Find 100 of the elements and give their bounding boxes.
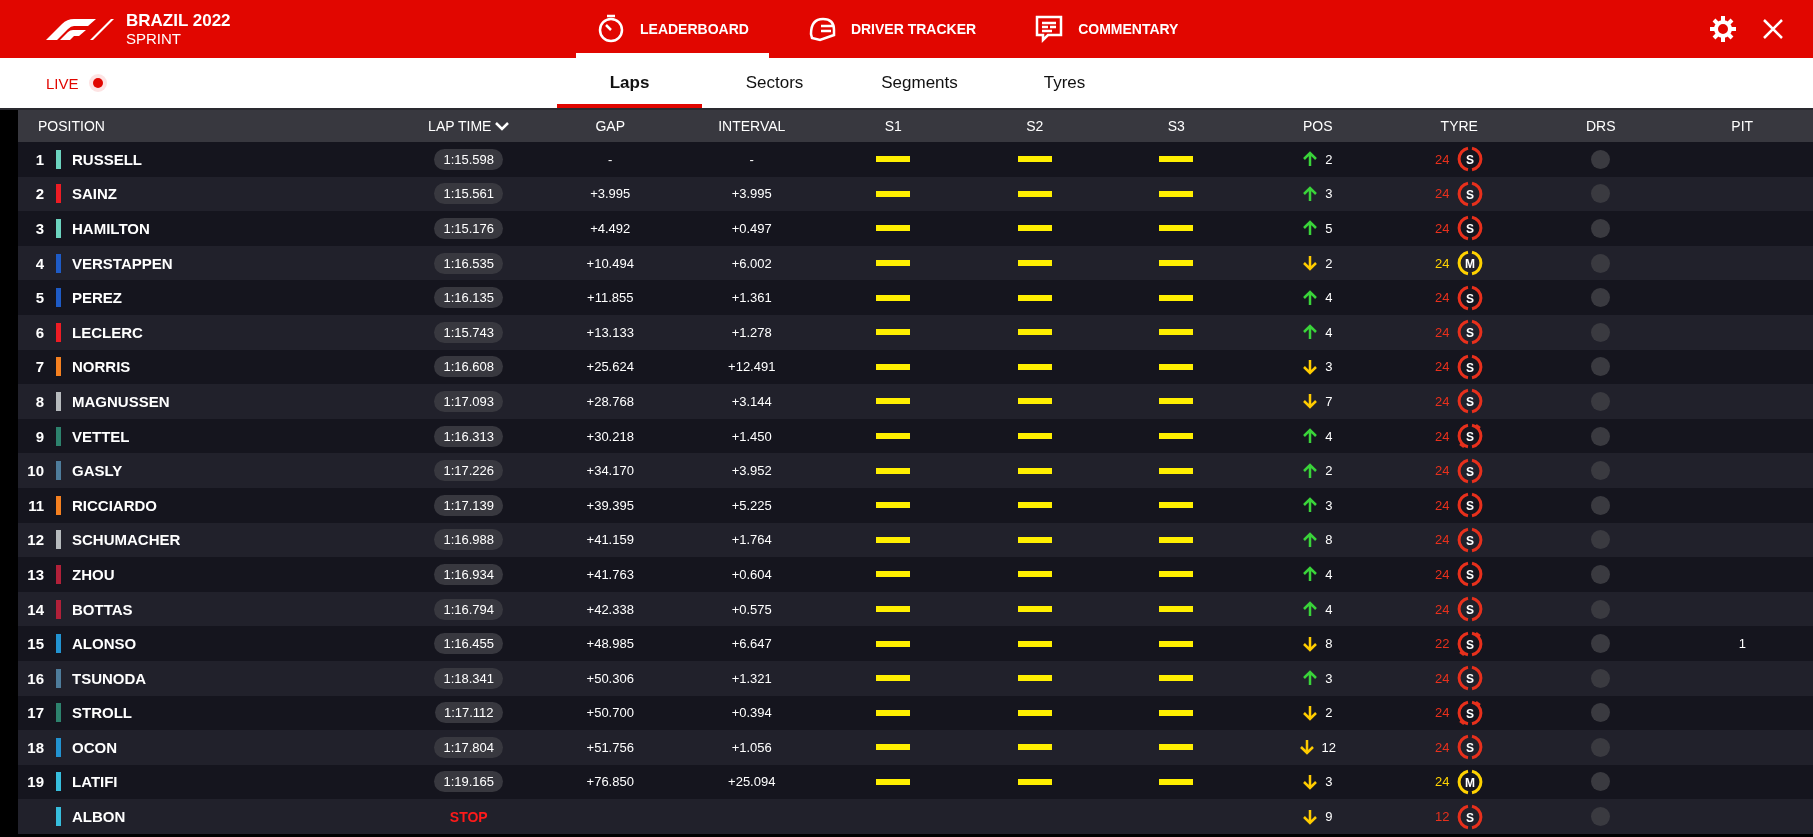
driver-name: STROLL (72, 704, 132, 722)
gap-value: +11.855 (587, 290, 634, 306)
position-number: 4 (34, 254, 45, 272)
tyre-laps: 24 (1435, 359, 1450, 375)
gap-value: +50.700 (586, 705, 634, 721)
interval-value: +0.497 (731, 221, 772, 236)
lap-time: 1:18.341 (434, 667, 504, 689)
column-header: S3 (1167, 118, 1185, 134)
live-label: LIVE (46, 74, 79, 92)
nav-tab[interactable]: COMMENTARY (1014, 0, 1199, 58)
gap-value: - (608, 151, 613, 167)
chat-icon (1034, 14, 1065, 44)
tyre-laps: 24 (1435, 428, 1450, 444)
position-change: 3 (1325, 186, 1333, 202)
position-number: 8 (34, 392, 45, 410)
view-tab[interactable]: Laps (557, 58, 702, 108)
tyre-laps: 22 (1435, 636, 1450, 652)
column-header: S2 (1026, 118, 1044, 134)
gap-value: +30.218 (586, 428, 634, 444)
settings-icon (1708, 14, 1738, 44)
event-title: BRAZIL 2022 (126, 10, 231, 31)
interval-value: +5.225 (731, 497, 772, 513)
position-change: 2 (1325, 255, 1333, 271)
lap-time: 1:19.165 (434, 771, 504, 793)
interval-value: +3.995 (731, 186, 772, 202)
position-change: 3 (1325, 497, 1333, 513)
interval-value: +3.144 (731, 393, 772, 409)
nav-tab[interactable]: LEADERBOARD (576, 0, 769, 58)
gap-value: +41.159 (586, 532, 634, 548)
lap-time: 1:16.608 (434, 356, 504, 378)
column-header[interactable]: LAP TIME (428, 118, 492, 134)
tyre-laps: 24 (1435, 186, 1450, 202)
position-change: 3 (1325, 359, 1333, 375)
lap-time: 1:15.561 (434, 183, 504, 205)
position-number: 19 (26, 773, 45, 791)
lap-time: 1:16.794 (434, 598, 504, 620)
gap-value: +3.995 (590, 186, 631, 202)
tyre-laps: 24 (1435, 739, 1450, 755)
position-number: 1 (34, 150, 45, 168)
tyre-laps: 24 (1435, 670, 1450, 686)
tyre-laps: 24 (1435, 601, 1450, 617)
logo-icon (46, 18, 114, 40)
driver-name: ALONSO (72, 635, 137, 653)
position-number: 17 (26, 704, 45, 722)
column-header: POSITION (38, 118, 105, 134)
position-number: 7 (34, 358, 45, 376)
interval-value: +6.002 (731, 255, 772, 271)
driver-name: ZHOU (72, 565, 115, 583)
view-tab[interactable]: Segments (847, 58, 992, 108)
gap-value: +51.756 (586, 739, 634, 755)
column-header: INTERVAL (718, 118, 786, 134)
gap-value: +42.338 (586, 601, 634, 617)
tyre-laps: 24 (1435, 324, 1450, 340)
driver-name: MAGNUSSEN (72, 392, 170, 410)
interval-value: +3.952 (731, 463, 772, 479)
position-number: 14 (26, 600, 45, 618)
interval-value: +1.361 (731, 290, 772, 306)
driver-name: HAMILTON (72, 220, 150, 237)
nav-tab[interactable]: DRIVER TRACKER (786, 0, 997, 58)
position-number: 10 (26, 462, 45, 480)
gap-value: +48.985 (586, 636, 634, 652)
driver-name: SCHUMACHER (72, 531, 181, 549)
interval-value: +0.575 (731, 601, 772, 617)
lap-time: 1:16.535 (434, 252, 504, 274)
tyre-laps: 24 (1435, 290, 1450, 306)
position-change: 8 (1325, 636, 1333, 652)
driver-name: LATIFI (72, 773, 118, 791)
position-number: 15 (26, 635, 45, 653)
gap-value: +39.395 (586, 497, 634, 513)
lap-time: 1:17.804 (434, 736, 504, 758)
column-header: S1 (884, 118, 902, 134)
interval-value: +1.764 (731, 532, 772, 548)
gap-value: +34.170 (586, 463, 634, 479)
position-change: 4 (1325, 601, 1333, 617)
lap-time: 1:17.093 (434, 390, 504, 412)
interval-value: +6.647 (731, 636, 772, 652)
tyre-laps: 24 (1435, 393, 1450, 409)
lap-time: STOP (449, 808, 488, 825)
position-change: 8 (1325, 532, 1333, 548)
position-number: 6 (34, 323, 45, 341)
driver-name: BOTTAS (72, 600, 133, 618)
interval-value: +0.394 (731, 705, 772, 721)
close-icon (1762, 18, 1784, 40)
position-change: 9 (1325, 809, 1333, 825)
position-number: 18 (26, 738, 45, 756)
view-tab[interactable]: Sectors (702, 58, 847, 108)
driver-name: OCON (72, 738, 117, 756)
position-number: 2 (34, 185, 45, 203)
position-change: 2 (1325, 151, 1333, 167)
position-change: 7 (1325, 393, 1333, 409)
tyre-laps: 24 (1435, 221, 1450, 236)
position-change: 4 (1325, 428, 1333, 444)
lap-time: 1:15.176 (434, 218, 504, 239)
tyre-laps: 24 (1435, 255, 1450, 271)
view-tab[interactable]: Tyres (992, 58, 1137, 108)
gap-value: +76.850 (586, 774, 634, 790)
tyre-laps: 24 (1435, 566, 1450, 582)
position-number: 3 (34, 220, 45, 237)
tyre-laps: 24 (1435, 463, 1450, 479)
driver-name: TSUNODA (72, 669, 147, 687)
